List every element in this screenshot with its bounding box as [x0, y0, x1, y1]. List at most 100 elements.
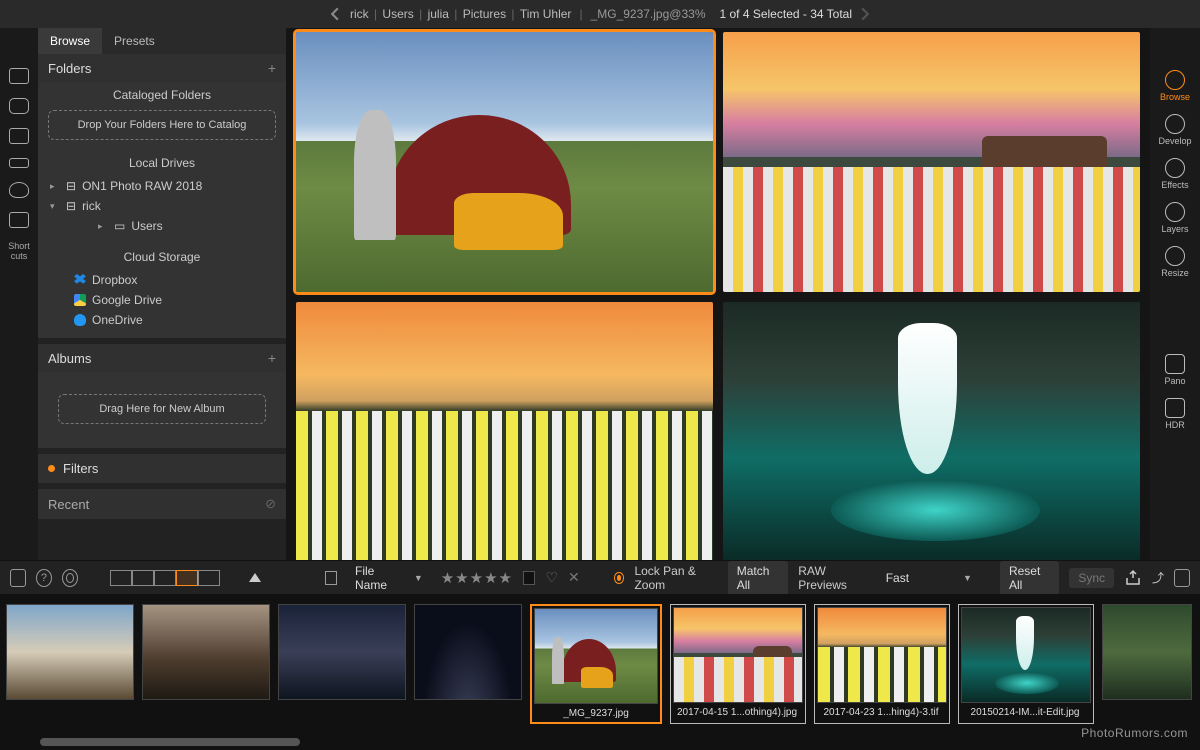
dropbox-icon	[74, 274, 86, 286]
reject-icon[interactable]: ✕	[568, 569, 580, 586]
thumb-caption: _MG_9237.jpg	[534, 704, 658, 719]
thumb-image	[6, 604, 134, 700]
breadcrumb-sep: |	[371, 7, 381, 21]
recent-panel-header[interactable]: Recent ⊘	[38, 489, 286, 519]
nav-fwd-icon[interactable]	[858, 7, 872, 21]
thumb-caption: 20150214-IM...it-Edit.jpg	[961, 703, 1089, 718]
view-single-icon[interactable]	[132, 570, 154, 586]
raw-preview-dropdown[interactable]: Fast ▼	[878, 568, 980, 588]
lock-pan-zoom-radio[interactable]	[614, 572, 625, 584]
filmstrip-thumb[interactable]	[278, 604, 406, 724]
reset-all-button[interactable]: Reset All	[1000, 561, 1059, 595]
cloud-icon[interactable]	[9, 182, 29, 198]
tool-hdr[interactable]: HDR	[1164, 392, 1185, 436]
breadcrumb-bar: rick | Users | julia | Pictures | Tim Uh…	[0, 0, 1200, 28]
breadcrumb-segment[interactable]: julia	[426, 7, 451, 21]
browse-icon	[1165, 70, 1185, 90]
filmstrip-thumb[interactable]: 2017-04-15 1...othing4).jpg	[670, 604, 806, 724]
chevron-right-icon[interactable]: ▸	[50, 181, 60, 192]
sort-dropdown[interactable]: File Name ▼	[347, 561, 431, 595]
rating-stars[interactable]: ★★★★★	[441, 569, 513, 587]
cloud-service-row[interactable]: Google Drive	[46, 290, 278, 310]
drive-row[interactable]: ▾ ⊟ rick	[46, 196, 278, 216]
drive-icon: ⊟	[66, 179, 76, 193]
filmstrip-thumb[interactable]	[414, 604, 522, 724]
sync-button[interactable]: Sync	[1069, 568, 1114, 588]
tool-pano[interactable]: Pano	[1164, 348, 1185, 392]
grid-thumb[interactable]	[723, 302, 1140, 560]
cloud-label: Google Drive	[92, 293, 162, 307]
tool-label: Layers	[1161, 224, 1188, 234]
tab-browse[interactable]: Browse	[38, 28, 102, 54]
folder-icon[interactable]	[9, 128, 29, 144]
filmstrip-thumb[interactable]: 20150214-IM...it-Edit.jpg	[958, 604, 1094, 724]
folder-tree: ▸ ⊟ ON1 Photo RAW 2018 ▾ ⊟ rick ▸ ▭ User…	[38, 174, 286, 244]
like-icon[interactable]: ♡	[545, 569, 558, 586]
drive-icon[interactable]	[9, 158, 29, 168]
hdr-icon	[1165, 398, 1185, 418]
filmstrip-thumb[interactable]: 2017-04-23 1...hing4)-3.tif	[814, 604, 950, 724]
add-album-button[interactable]: +	[268, 350, 276, 366]
thumb-image	[673, 607, 803, 703]
gear-icon[interactable]	[62, 569, 78, 587]
filmstrip-thumb[interactable]	[142, 604, 270, 724]
left-sidebar: Browse Presets Folders + Cataloged Folde…	[38, 28, 286, 560]
grid-thumb[interactable]	[723, 32, 1140, 292]
breadcrumb-sep: |	[579, 7, 582, 21]
cloud-label: Dropbox	[92, 273, 137, 287]
thumb-image	[278, 604, 406, 700]
filters-panel-header[interactable]: Filters	[38, 454, 286, 483]
grid-thumb[interactable]	[296, 302, 713, 560]
tool-develop[interactable]: Develop	[1158, 108, 1191, 152]
filmstrip-thumb[interactable]	[6, 604, 134, 724]
grid-view	[286, 28, 1150, 560]
album-dropzone[interactable]: Drag Here for New Album	[58, 394, 266, 424]
catalog-dropzone[interactable]: Drop Your Folders Here to Catalog	[48, 110, 276, 140]
breadcrumb-file[interactable]: _MG_9237.jpg@33%	[589, 7, 708, 21]
cloud-service-row[interactable]: Dropbox	[46, 270, 278, 290]
filmstrip-scrollbar[interactable]	[40, 738, 300, 746]
tool-resize[interactable]: Resize	[1158, 240, 1191, 284]
match-all-button[interactable]: Match All	[728, 561, 789, 595]
breadcrumb-segment[interactable]: rick	[348, 7, 371, 21]
filmstrip[interactable]: _MG_9237.jpg 2017-04-15 1...othing4).jpg 2…	[0, 594, 1200, 750]
breadcrumb-segment[interactable]: Users	[380, 7, 415, 21]
cloud-label: OneDrive	[92, 313, 143, 327]
view-survey-icon[interactable]	[176, 570, 198, 586]
breadcrumb-segment[interactable]: Pictures	[461, 7, 508, 21]
breadcrumb-segment[interactable]: Tim Uhler	[518, 7, 574, 21]
grid-thumb[interactable]	[296, 32, 713, 292]
recent-clear-icon[interactable]: ⊘	[265, 496, 276, 512]
filmstrip-thumb[interactable]: _MG_9237.jpg	[530, 604, 662, 724]
view-grid-icon[interactable]	[110, 570, 132, 586]
view-map-icon[interactable]	[198, 570, 220, 586]
help-icon[interactable]: ?	[36, 569, 52, 587]
watermark: PhotoRumors.com	[1081, 726, 1188, 740]
chevron-right-icon[interactable]: ▸	[98, 221, 108, 232]
add-folder-button[interactable]: +	[268, 60, 276, 76]
color-label-picker[interactable]	[523, 571, 535, 585]
folder-row[interactable]: ▸ ▭ Users	[46, 216, 278, 236]
export-icon[interactable]	[1124, 569, 1142, 587]
monitor-icon[interactable]	[9, 68, 29, 84]
camera-icon[interactable]	[9, 98, 29, 114]
tool-browse[interactable]: Browse	[1158, 64, 1191, 108]
stack-icon[interactable]	[9, 212, 29, 228]
tool-effects[interactable]: Effects	[1158, 152, 1191, 196]
info-panel-icon[interactable]	[10, 569, 26, 587]
size-slider-icon[interactable]	[249, 573, 261, 582]
nav-back-icon[interactable]	[328, 7, 342, 21]
thumb-caption: 2017-04-15 1...othing4).jpg	[673, 703, 801, 718]
view-compare-icon[interactable]	[154, 570, 176, 586]
cloud-service-row[interactable]: OneDrive	[46, 310, 278, 330]
tab-presets[interactable]: Presets	[102, 28, 167, 54]
tool-layers[interactable]: Layers	[1158, 196, 1191, 240]
print-icon[interactable]	[1174, 569, 1190, 587]
thumb-image	[414, 604, 522, 700]
share-icon[interactable]: ⤴	[1152, 569, 1164, 586]
filmstrip-thumb[interactable]	[1102, 604, 1192, 724]
drive-row[interactable]: ▸ ⊟ ON1 Photo RAW 2018	[46, 176, 278, 196]
select-checkbox[interactable]	[325, 571, 337, 585]
albums-title: Albums	[48, 351, 91, 366]
chevron-down-icon[interactable]: ▾	[50, 201, 60, 212]
